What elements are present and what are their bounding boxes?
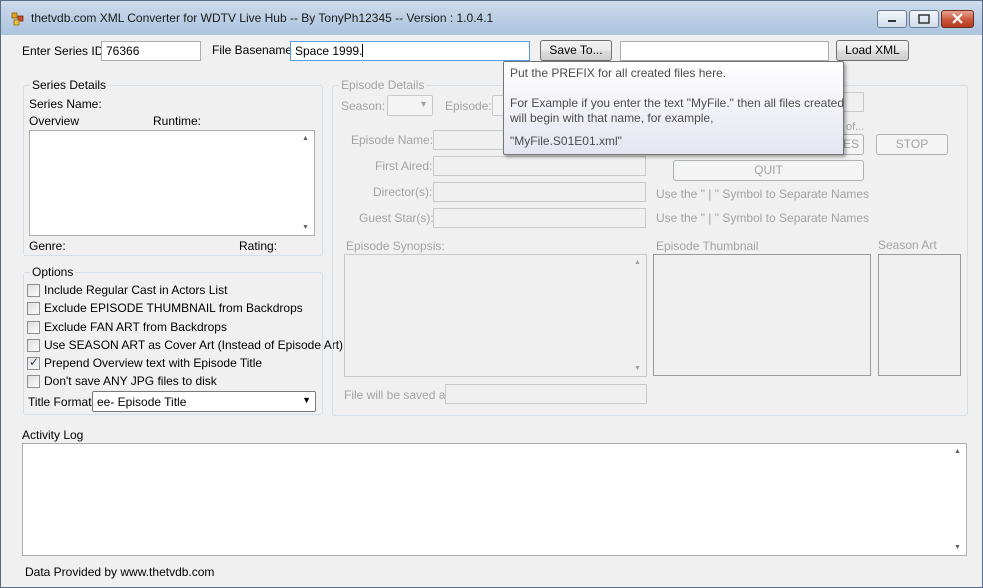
season-select[interactable]: ▼ bbox=[387, 95, 433, 116]
app-icon bbox=[11, 12, 24, 26]
directors-label: Director(s): bbox=[373, 185, 433, 199]
guest-stars-hint: Use the " | " Symbol to Separate Names bbox=[656, 211, 870, 225]
series-id-label: Enter Series ID bbox=[22, 44, 104, 58]
minimize-button[interactable] bbox=[877, 10, 907, 28]
chevron-down-icon: ▼ bbox=[302, 395, 311, 405]
episode-label: Episode: bbox=[445, 99, 492, 113]
partial-hint: of... bbox=[846, 121, 865, 133]
save-path-input[interactable] bbox=[620, 41, 829, 61]
thumbnail-label: Episode Thumbnail bbox=[656, 239, 759, 253]
minimize-icon bbox=[888, 20, 896, 22]
basename-value: Space 1999. bbox=[295, 44, 363, 58]
option-checkbox[interactable] bbox=[27, 375, 40, 388]
option-label: Exclude EPISODE THUMBNAIL from Backdrops bbox=[44, 301, 303, 315]
runtime-label: Runtime: bbox=[153, 114, 202, 128]
overview-textarea[interactable]: ▲ ▼ bbox=[29, 130, 315, 236]
option-label: Use SEASON ART as Cover Art (Instead of … bbox=[44, 338, 344, 352]
genre-label: Genre: bbox=[29, 239, 66, 253]
option-checkbox[interactable]: ✓ bbox=[27, 355, 40, 370]
scroll-down-icon[interactable]: ▼ bbox=[302, 224, 309, 231]
title-format-select[interactable]: ee- Episode Title ▼ bbox=[92, 391, 316, 412]
option-checkbox[interactable] bbox=[27, 302, 40, 315]
series-name-label: Series Name: bbox=[29, 97, 102, 111]
option-label: Don't save ANY JPG files to disk bbox=[44, 374, 217, 388]
option-label: Include Regular Cast in Actors List bbox=[44, 283, 228, 297]
series-details-group: Series Details Series Name: Overview Run… bbox=[23, 78, 323, 256]
option-label: Exclude FAN ART from Backdrops bbox=[44, 320, 227, 334]
save-to-button[interactable]: Save To... bbox=[540, 40, 612, 61]
text-caret bbox=[362, 44, 364, 57]
maximize-icon bbox=[918, 14, 930, 24]
basename-input[interactable]: Space 1999. bbox=[290, 41, 530, 61]
synopsis-scrollbar[interactable]: ▲ ▼ bbox=[629, 255, 646, 376]
activity-log-textarea[interactable]: ▲ ▼ bbox=[22, 443, 967, 556]
series-details-title: Series Details bbox=[30, 78, 109, 92]
first-aired-input[interactable] bbox=[433, 156, 646, 176]
quit-button[interactable]: QUIT bbox=[673, 160, 864, 181]
prefix-tooltip: Put the PREFIX for all created files her… bbox=[503, 61, 844, 155]
window-title: thetvdb.com XML Converter for WDTV Live … bbox=[31, 11, 494, 25]
options-group: Options Include Regular Cast in Actors L… bbox=[23, 265, 343, 415]
tooltip-line: will begin with that name, for example, bbox=[510, 111, 714, 125]
scroll-down-icon[interactable]: ▼ bbox=[954, 544, 961, 551]
synopsis-label: Episode Synopsis: bbox=[346, 239, 445, 253]
season-label: Season: bbox=[341, 99, 386, 113]
season-art-image bbox=[878, 254, 961, 376]
tooltip-line: Put the PREFIX for all created files her… bbox=[510, 66, 727, 80]
guest-stars-input[interactable] bbox=[433, 208, 646, 228]
guest-stars-label: Guest Star(s): bbox=[359, 211, 434, 225]
directors-hint: Use the " | " Symbol to Separate Names bbox=[656, 187, 870, 201]
main-window: thetvdb.com XML Converter for WDTV Live … bbox=[0, 0, 983, 588]
basename-label: File Basename bbox=[212, 43, 293, 57]
saved-as-field bbox=[445, 384, 647, 404]
load-xml-button[interactable]: Load XML bbox=[836, 40, 909, 61]
tooltip-spacer bbox=[510, 126, 837, 134]
close-button[interactable] bbox=[941, 10, 974, 28]
first-aired-label: First Aired: bbox=[375, 159, 433, 173]
chevron-down-icon: ▼ bbox=[419, 99, 428, 109]
title-format-value: ee- Episode Title bbox=[97, 395, 187, 409]
footer-credit: Data Provided by www.thetvdb.com bbox=[25, 565, 215, 579]
overview-scrollbar[interactable]: ▲ ▼ bbox=[297, 131, 314, 235]
option-label: Prepend Overview text with Episode Title bbox=[44, 356, 263, 370]
activity-log-label: Activity Log bbox=[22, 428, 84, 442]
option-checkbox[interactable] bbox=[27, 339, 40, 352]
title-format-label: Title Format : bbox=[28, 395, 99, 409]
synopsis-textarea[interactable]: ▲ ▼ bbox=[344, 254, 647, 377]
tooltip-line: "MyFile.S01E01.xml" bbox=[510, 134, 622, 148]
overview-label: Overview bbox=[29, 114, 80, 128]
season-art-label: Season Art bbox=[878, 238, 937, 252]
series-id-input[interactable]: 76366 bbox=[101, 41, 201, 61]
directors-input[interactable] bbox=[433, 182, 646, 202]
rating-label: Rating: bbox=[239, 239, 278, 253]
option-checkbox[interactable] bbox=[27, 284, 40, 297]
scroll-down-icon[interactable]: ▼ bbox=[634, 365, 641, 372]
episode-details-title: Episode Details bbox=[339, 78, 427, 92]
title-bar[interactable]: thetvdb.com XML Converter for WDTV Live … bbox=[1, 1, 982, 35]
scroll-up-icon[interactable]: ▲ bbox=[954, 448, 961, 455]
scroll-up-icon[interactable]: ▲ bbox=[302, 135, 309, 142]
saved-as-label: File will be saved as: bbox=[344, 388, 455, 402]
episode-name-label: Episode Name: bbox=[351, 133, 434, 147]
episode-thumbnail-image bbox=[653, 254, 871, 376]
option-checkbox[interactable] bbox=[27, 321, 40, 334]
tooltip-spacer bbox=[510, 81, 837, 96]
tooltip-line: For Example if you enter the text "MyFil… bbox=[510, 96, 844, 110]
options-title: Options bbox=[30, 265, 76, 279]
scroll-up-icon[interactable]: ▲ bbox=[634, 259, 641, 266]
close-icon bbox=[952, 13, 963, 24]
activity-log-scrollbar[interactable]: ▲ ▼ bbox=[949, 444, 966, 555]
checkmark-icon: ✓ bbox=[29, 355, 40, 369]
stop-button[interactable]: STOP bbox=[876, 134, 948, 155]
maximize-button[interactable] bbox=[909, 10, 939, 28]
